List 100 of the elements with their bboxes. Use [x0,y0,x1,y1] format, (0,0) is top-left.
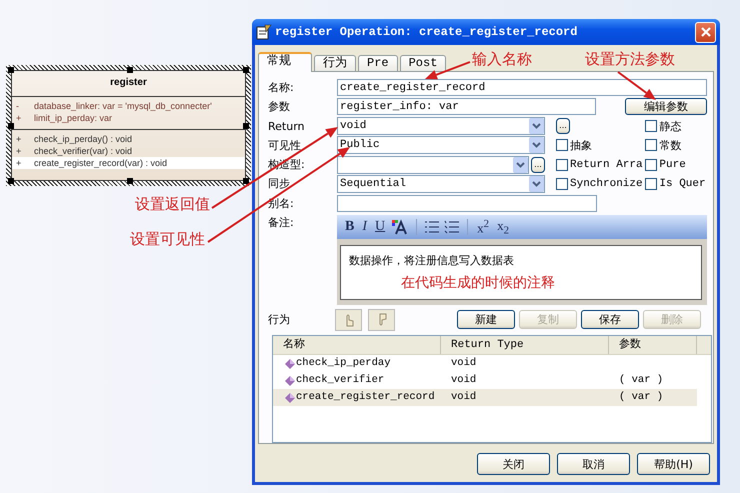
column-header[interactable]: 名称 [273,336,441,354]
checkbox[interactable] [645,120,658,132]
visibility-mark: + [15,145,22,157]
resize-handle[interactable] [243,123,249,129]
field-label: 备注: [268,214,295,230]
field-label: 可见性 [268,138,302,153]
column-header[interactable]: Return Type [441,336,609,354]
input-field[interactable] [337,194,597,212]
resize-handle[interactable] [243,67,249,73]
attribute-text: limit_ip_perday: var [34,112,112,124]
annotation-text: 设置返回值 [135,195,210,214]
close-button[interactable] [695,22,716,42]
visibility-mark: - [15,100,20,112]
list-cell-text: create_register_record [296,390,435,406]
window-title: register Operation: create_register_record [275,25,578,39]
diamond-icon [285,392,295,403]
operation-text: check_ip_perday() : void [34,133,132,145]
field-label: 名称: [268,80,295,96]
diamond-icon [285,358,295,369]
operation-row[interactable]: + check_ip_perday() : void [12,133,245,145]
operation-row[interactable]: + create_register_record(var) : void [12,157,245,169]
input-field[interactable]: create_register_record [337,79,707,96]
list-row[interactable]: check_ip_perday void [273,355,697,372]
list-cell-text: void [450,390,478,406]
annotation-text: 设置方法参数 [585,50,675,69]
annotation-text: 设置可见性 [130,230,205,249]
checkbox-label: Synchronize [570,178,643,190]
ellipsis-button[interactable]: ... [531,156,545,173]
dropdown-field[interactable]: Public [337,136,545,154]
dialog-button[interactable]: 帮助(H) [637,453,710,475]
resize-handle[interactable] [127,178,133,184]
field-label: 行为 [268,312,291,328]
tab[interactable]: Post [400,55,446,71]
list-cell-text: check_verifier [296,373,384,388]
resize-handle[interactable] [8,178,14,184]
action-button[interactable]: 新建 [457,310,515,330]
field-label: 同步 [268,176,291,192]
ellipsis-button[interactable]: ... [556,118,570,134]
dropdown-field[interactable] [337,156,529,174]
list-row[interactable]: check_verifier void ( var ) [273,372,697,390]
bullet-list-icon [424,220,440,234]
arrow [617,71,656,100]
field-label: Return [268,120,306,133]
checkbox[interactable] [645,139,658,152]
checkbox-label: 常数 [659,139,682,153]
resize-handle[interactable] [8,67,14,73]
diamond-icon [285,376,295,386]
checkbox-label: 静态 [659,120,682,134]
tab[interactable]: 行为 [314,55,356,71]
input-field[interactable]: register_info: var [337,98,596,116]
checkbox[interactable] [556,178,568,190]
visibility-mark: + [15,133,22,145]
action-button[interactable]: 保存 [581,310,639,330]
list-cell-text: ( var ) [619,373,664,388]
checkbox[interactable] [645,158,658,171]
document-icon [256,24,272,40]
tab[interactable]: Pre [358,55,398,71]
checkbox[interactable] [556,139,568,152]
notes-text-area[interactable]: 数据操作，将注册信息写入数据表 在代码生成的时候的注释 [340,244,702,300]
checkbox-label: Is Quer [659,178,706,190]
visibility-mark: + [15,157,22,169]
hand-up-button[interactable] [335,308,362,331]
operation-text: create_register_record(var) : void [34,157,168,169]
list-row[interactable]: create_register_record void ( var ) [273,389,697,406]
operation-text: check_verifier(var) : void [34,145,132,157]
dialog-button[interactable]: 关闭 [477,453,550,475]
visibility-mark: + [15,112,22,124]
italic-button[interactable]: I [360,218,370,235]
resize-handle[interactable] [8,123,14,129]
list-cell-text: ( var ) [619,390,664,406]
font-color-icon [391,218,410,235]
script-button[interactable]: x$_{2}$ [495,218,511,236]
edit-parameters-button[interactable]: 编辑参数 [625,98,707,116]
bold-button[interactable]: B [343,218,356,235]
checkbox-label: Return Arra [570,158,643,171]
list-cell-text: void [450,373,478,388]
resize-handle[interactable] [243,178,249,184]
column-header[interactable]: 参数 [609,336,697,354]
checkbox-label: 抽象 [570,139,592,153]
underline-button[interactable]: U [373,218,388,235]
numbered-list-icon [444,220,460,234]
annotation-text: 在代码生成的时候的注释 [401,274,556,292]
list-cell-text: check_ip_perday [296,356,391,372]
close-icon [700,26,712,38]
notes-text: 数据操作，将注册信息写入数据表 [349,252,515,268]
script-button[interactable]: x$^{2}$ [475,218,492,236]
operation-row[interactable]: + check_verifier(var) : void [12,145,245,157]
resize-handle[interactable] [127,67,133,73]
annotation-text: 输入名称 [472,50,532,69]
hand-down-button[interactable] [368,308,395,331]
attribute-text: database_linker: var = 'mysql_db_connecter' [34,100,212,112]
dropdown-field[interactable]: void [337,117,545,136]
checkbox[interactable] [556,158,568,171]
field-label: 参数 [268,99,291,114]
list-cell-text: void [450,356,478,372]
dropdown-field[interactable]: Sequential [337,174,545,193]
tab[interactable]: 常规 [258,52,312,72]
dialog-button[interactable]: 取消 [557,453,630,475]
checkbox-label: Pure [659,158,686,171]
checkbox[interactable] [645,178,658,190]
